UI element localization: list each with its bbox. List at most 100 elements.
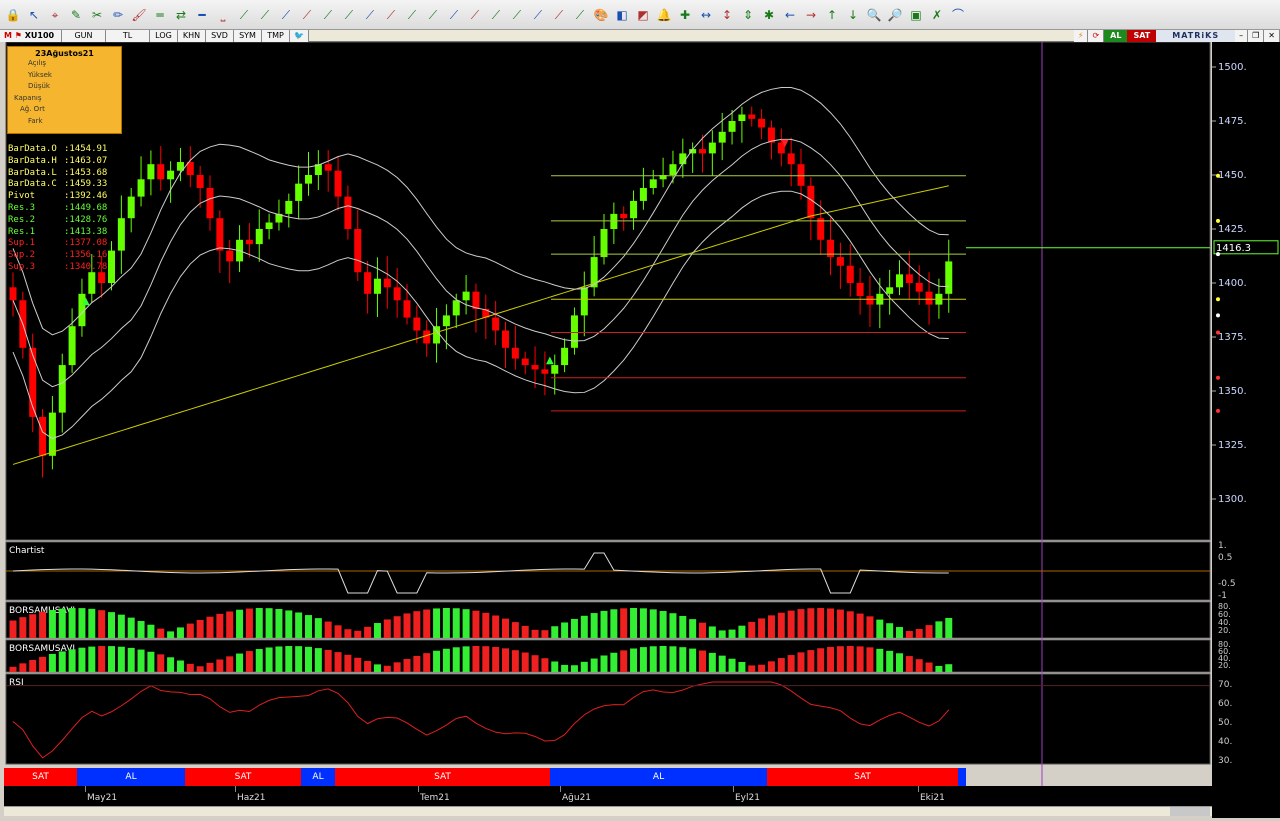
twitter-icon[interactable]: 🐦: [290, 29, 309, 42]
star-icon[interactable]: ✱: [760, 6, 778, 24]
line-icon[interactable]: ━: [193, 6, 211, 24]
chartist-tick-label: 1.: [1218, 541, 1227, 551]
signal-bar: SAT AL SAT AL SAT AL SAT: [4, 768, 966, 786]
line11-icon[interactable]: ⟋: [424, 6, 442, 24]
price-tick-label: 1425.: [1218, 224, 1247, 235]
arrow-up-icon[interactable]: ↑: [823, 6, 841, 24]
text-icon[interactable]: ⌒: [949, 6, 967, 24]
panel-b1: [5, 601, 1211, 639]
month-tick: [418, 786, 419, 792]
line4-icon[interactable]: ⟋: [277, 6, 295, 24]
bardata-value: :1377.08: [64, 238, 108, 249]
line9-icon[interactable]: ⟋: [382, 6, 400, 24]
symbol-selector[interactable]: M ⚑ XU100: [0, 29, 62, 42]
histogram-bar: [570, 665, 578, 672]
line3-icon[interactable]: ⟋: [256, 6, 274, 24]
histogram-bar: [630, 608, 638, 638]
line14-icon[interactable]: ⟋: [487, 6, 505, 24]
level-dot: [1216, 375, 1220, 380]
edit-icon[interactable]: ✎: [67, 6, 85, 24]
histogram-bar: [502, 648, 509, 672]
scroll-thumb[interactable]: [1170, 807, 1210, 816]
tab-gun[interactable]: GUN: [62, 29, 106, 42]
zoom-icon[interactable]: ⌖: [46, 6, 64, 24]
arrows-v-icon[interactable]: ↕: [718, 6, 736, 24]
x-icon[interactable]: ✗: [928, 6, 946, 24]
tab-sym[interactable]: SYM: [234, 29, 262, 42]
equal-icon[interactable]: ═: [151, 6, 169, 24]
horizontal-scrollbar[interactable]: [4, 806, 1212, 816]
histogram-bar: [728, 658, 736, 672]
magnify2-icon[interactable]: 🔎: [886, 6, 904, 24]
line10-icon[interactable]: ⟋: [403, 6, 421, 24]
bardata-key: Res.2: [8, 214, 36, 225]
bell-icon[interactable]: 🔔: [655, 6, 673, 24]
price-tick-label: 1350.: [1218, 386, 1247, 397]
histogram-bar: [649, 646, 657, 672]
line17-icon[interactable]: ⟋: [550, 6, 568, 24]
line18-icon[interactable]: ⟋: [571, 6, 589, 24]
lightning-icon[interactable]: ⚡: [1073, 29, 1089, 42]
histogram-bar: [492, 647, 500, 672]
date-title: 23Ağustos21: [35, 49, 94, 58]
histogram-bar: [19, 617, 27, 638]
histogram-bar: [708, 652, 716, 672]
shape-icon[interactable]: ◧: [613, 6, 631, 24]
histogram-bar: [738, 625, 746, 638]
candle-body: [216, 218, 224, 251]
month-tick: [235, 786, 236, 792]
bardata-value: :1428.76: [64, 214, 108, 225]
candle-body: [521, 358, 529, 366]
lock-icon[interactable]: 🔒: [4, 6, 22, 24]
level-dot: [1216, 252, 1220, 257]
arrows-h-icon[interactable]: ↔: [697, 6, 715, 24]
histogram-bar: [708, 626, 716, 638]
minimize-icon[interactable]: –: [1235, 29, 1249, 42]
restore-icon[interactable]: ❐: [1248, 29, 1265, 42]
tab-svd[interactable]: SVD: [206, 29, 234, 42]
bracket-icon[interactable]: ⎵: [214, 6, 232, 24]
panel-b2: [5, 639, 1211, 673]
image-icon[interactable]: ▣: [907, 6, 925, 24]
line12-icon[interactable]: ⟋: [445, 6, 463, 24]
level-dot: [1216, 173, 1220, 178]
tools-icon[interactable]: ✂: [88, 6, 106, 24]
arrow-left-icon[interactable]: ←: [781, 6, 799, 24]
shape2-icon[interactable]: ◩: [634, 6, 652, 24]
histogram-bar: [364, 626, 372, 638]
arrow-right-icon[interactable]: →: [802, 6, 820, 24]
arrows-icon[interactable]: ⇄: [172, 6, 190, 24]
sell-button[interactable]: SAT: [1127, 29, 1157, 42]
tab-khn[interactable]: KHN: [178, 29, 206, 42]
tab-tmp[interactable]: TMP: [262, 29, 290, 42]
histogram-bar: [758, 664, 766, 672]
line5-icon[interactable]: ⟋: [298, 6, 316, 24]
arrows-v2-icon[interactable]: ⇕: [739, 6, 757, 24]
refresh-icon[interactable]: ⟳: [1088, 29, 1105, 42]
tab-tl[interactable]: TL: [106, 29, 150, 42]
line2-icon[interactable]: ⟋: [235, 6, 253, 24]
histogram-bar: [157, 654, 165, 672]
arrow-down-icon[interactable]: ↓: [844, 6, 862, 24]
magnify-icon[interactable]: 🔍: [865, 6, 883, 24]
close-icon[interactable]: ✕: [1264, 29, 1280, 42]
line8-icon[interactable]: ⟋: [361, 6, 379, 24]
histogram-bar: [255, 608, 263, 638]
pencil-icon[interactable]: ✏: [109, 6, 127, 24]
cursor-icon[interactable]: ↖: [25, 6, 43, 24]
line16-icon[interactable]: ⟋: [529, 6, 547, 24]
cross-icon[interactable]: ✚: [676, 6, 694, 24]
tab-log[interactable]: LOG: [150, 29, 178, 42]
candle-body: [108, 250, 115, 283]
histogram-bar: [797, 652, 805, 672]
buy-button[interactable]: AL: [1104, 29, 1128, 42]
palette-icon[interactable]: 🎨: [592, 6, 610, 24]
candle-body: [836, 257, 844, 266]
chart-canvas[interactable]: ChartistBORSAMUSAVIBORSAMUSAVIRSI▲▲▼: [0, 42, 1212, 786]
line15-icon[interactable]: ⟋: [508, 6, 526, 24]
line6-icon[interactable]: ⟋: [319, 6, 337, 24]
brush-icon[interactable]: 🖌: [130, 6, 148, 24]
line13-icon[interactable]: ⟋: [466, 6, 484, 24]
datebox-row: Kapanış: [14, 93, 42, 102]
line7-icon[interactable]: ⟋: [340, 6, 358, 24]
